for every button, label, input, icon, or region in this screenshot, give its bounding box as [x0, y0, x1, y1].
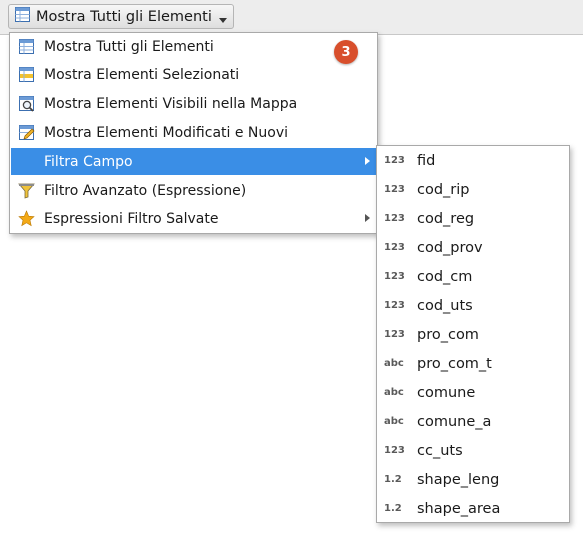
field-type-label: 123	[384, 184, 405, 195]
field-submenu: 123 fid 123 cod_rip 123 cod_reg 123 cod_prov…	[376, 145, 570, 523]
filter-dropdown-label: Mostra Tutti gli Elementi	[36, 8, 212, 25]
field-item-cod-prov[interactable]: 123 cod_prov	[378, 233, 568, 262]
funnel-icon	[17, 182, 35, 200]
table-edited-icon	[17, 124, 35, 142]
menu-item-saved-filters[interactable]: Espressioni Filtro Salvate	[11, 205, 376, 232]
submenu-arrow-icon	[365, 214, 370, 222]
field-type-label: abc	[384, 387, 404, 398]
field-item-pro-com[interactable]: 123 pro_com	[378, 320, 568, 349]
field-name: shape_area	[417, 500, 501, 517]
menu-item-label: Mostra Elementi Selezionati	[44, 66, 240, 83]
field-item-fid[interactable]: 123 fid	[378, 146, 568, 175]
field-item-pro-com-t[interactable]: abc pro_com_t	[378, 349, 568, 378]
menu-item-show-edited[interactable]: Mostra Elementi Modificati e Nuovi	[11, 119, 376, 146]
field-type-label: 123	[384, 155, 405, 166]
field-type-label: 123	[384, 445, 405, 456]
field-type-label: 123	[384, 213, 405, 224]
menu-item-show-visible[interactable]: Mostra Elementi Visibili nella Mappa	[11, 90, 376, 117]
field-type-label: 123	[384, 271, 405, 282]
field-item-comune-a[interactable]: abc comune_a	[378, 407, 568, 436]
menu-item-advanced-filter[interactable]: Filtro Avanzato (Espressione)	[11, 177, 376, 204]
field-item-cod-uts[interactable]: 123 cod_uts	[378, 291, 568, 320]
menu-item-label: Espressioni Filtro Salvate	[44, 210, 219, 227]
field-item-cc-uts[interactable]: 123 cc_uts	[378, 436, 568, 465]
field-name: comune_a	[417, 413, 492, 430]
menu-item-label: Mostra Tutti gli Elementi	[44, 38, 214, 55]
field-type-label: abc	[384, 358, 404, 369]
field-name: comune	[417, 384, 476, 401]
field-name: pro_com_t	[417, 355, 492, 372]
menu-item-label: Mostra Elementi Modificati e Nuovi	[44, 124, 289, 141]
menu-item-label: Mostra Elementi Visibili nella Mappa	[44, 95, 298, 112]
field-type-label: 1.2	[384, 474, 402, 485]
menu-item-show-all[interactable]: Mostra Tutti gli Elementi	[11, 33, 376, 60]
field-type-label: 123	[384, 329, 405, 340]
table-icon	[17, 38, 35, 56]
field-name: fid	[417, 152, 436, 169]
field-type-label: 123	[384, 300, 405, 311]
field-name: shape_leng	[417, 471, 500, 488]
table-visible-icon	[17, 95, 35, 113]
table-selected-icon	[17, 66, 35, 84]
menu-item-label: Filtra Campo	[44, 153, 133, 170]
filter-dropdown-button[interactable]: Mostra Tutti gli Elementi	[8, 4, 234, 29]
field-item-shape-area[interactable]: 1.2 shape_area	[378, 494, 568, 523]
field-name: pro_com	[417, 326, 479, 343]
field-item-comune[interactable]: abc comune	[378, 378, 568, 407]
table-icon	[14, 6, 31, 27]
field-type-label: 123	[384, 242, 405, 253]
field-item-cod-cm[interactable]: 123 cod_cm	[378, 262, 568, 291]
star-icon	[17, 210, 35, 228]
field-name: cod_prov	[417, 239, 483, 256]
field-type-label: abc	[384, 416, 404, 427]
caret-down-icon	[218, 18, 227, 23]
field-item-shape-leng[interactable]: 1.2 shape_leng	[378, 465, 568, 494]
toolbar: Mostra Tutti gli Elementi	[0, 0, 583, 35]
step-badge: 3	[334, 40, 358, 64]
menu-item-filter-field[interactable]: Filtra Campo	[11, 148, 376, 175]
field-name: cod_uts	[417, 297, 473, 314]
menu-item-label: Filtro Avanzato (Espressione)	[44, 182, 247, 199]
field-name: cod_reg	[417, 210, 475, 227]
field-type-label: 1.2	[384, 503, 402, 514]
menu-item-show-selected[interactable]: Mostra Elementi Selezionati	[11, 61, 376, 88]
field-name: cod_rip	[417, 181, 470, 198]
filter-menu: Mostra Tutti gli Elementi Mostra Element…	[9, 32, 378, 234]
field-item-cod-reg[interactable]: 123 cod_reg	[378, 204, 568, 233]
submenu-arrow-icon	[365, 157, 370, 165]
field-name: cod_cm	[417, 268, 473, 285]
field-name: cc_uts	[417, 442, 463, 459]
field-item-cod-rip[interactable]: 123 cod_rip	[378, 175, 568, 204]
